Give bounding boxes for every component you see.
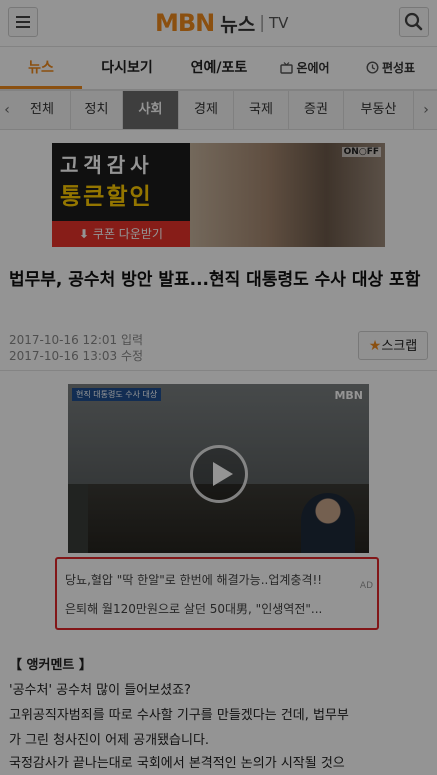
video-mbn-logo: MBN	[334, 389, 363, 402]
ad-badge: AD	[359, 581, 373, 591]
page: MBN 뉴스 | TV 뉴스 다시보기 연예/포토 온에어 편성표 ‹ 전체 정…	[0, 0, 437, 775]
logo-mbn: MBN	[155, 9, 215, 37]
scrap-label: 스크랩	[381, 339, 418, 354]
coupon-download-button[interactable]: ⬇ 쿠폰 다운받기	[52, 221, 190, 247]
chevron-left-icon: ‹	[4, 102, 10, 118]
coupon-label: 쿠폰 다운받기	[92, 227, 163, 241]
anchor-comment-label: 【 앵커멘트 】	[9, 658, 92, 673]
banner-ad-line2: 통큰할인	[60, 184, 153, 210]
category-real-estate[interactable]: 부동산	[344, 91, 414, 129]
category-all[interactable]: 전체	[14, 91, 71, 129]
article-edit-date: 2017-10-16 13:03 수정	[9, 349, 144, 363]
search-button[interactable]	[399, 7, 429, 37]
star-icon: ★	[368, 338, 382, 354]
banner-ad-image	[190, 143, 385, 247]
tv-icon	[280, 62, 294, 74]
banner-ad-line1: 고객감사	[60, 153, 154, 177]
article-body-line: 국정감사가 끝나는대로 국회에서 본격적인 논의가 시작될 것으	[9, 756, 345, 771]
play-icon[interactable]	[190, 445, 248, 503]
category-economy[interactable]: 경제	[179, 91, 234, 129]
main-nav: 뉴스 다시보기 연예/포토 온에어 편성표	[0, 47, 437, 91]
nav-news[interactable]: 뉴스	[0, 47, 82, 89]
article-body-line: 가 그린 청사진이 어제 공개됐습니다.	[9, 733, 210, 748]
banner-ad-text-panel: 고객감사 통큰할인 ⬇ 쿠폰 다운받기	[52, 143, 190, 247]
header: MBN 뉴스 | TV	[0, 0, 437, 47]
article-input-date: 2017-10-16 12:01 입력	[9, 333, 144, 347]
nav-onair-label: 온에어	[296, 61, 330, 75]
clock-icon	[366, 61, 379, 74]
divider	[0, 370, 437, 371]
category-society[interactable]: 사회	[123, 91, 179, 129]
text-ad[interactable]: 당뇨,혈압 "딱 한알"로 한번에 해결가능..업계충격!! 은퇴해 월120만…	[55, 557, 379, 630]
download-icon: ⬇	[79, 227, 90, 241]
category-prev-button[interactable]: ‹	[0, 91, 14, 129]
text-ad-link-2[interactable]: 은퇴해 월120만원으로 살던 50대男, "인생역전"...	[65, 600, 322, 617]
menu-button[interactable]	[8, 7, 38, 37]
sign-language-interpreter	[301, 493, 355, 553]
logo-tv: TV	[268, 14, 289, 32]
logo-separator: |	[259, 13, 265, 33]
category-next-button[interactable]: ›	[419, 91, 433, 129]
category-nav: ‹ 전체 정치 사회 경제 국제 증권 부동산 ›	[0, 91, 437, 130]
nav-schedule-label: 편성표	[381, 61, 416, 75]
category-international[interactable]: 국제	[234, 91, 289, 129]
scrap-button[interactable]: ★스크랩	[358, 331, 428, 360]
search-icon	[404, 12, 423, 31]
nav-onair[interactable]: 온에어	[266, 47, 344, 89]
text-ad-link-1[interactable]: 당뇨,혈압 "딱 한알"로 한번에 해결가능..업계충격!!	[65, 571, 322, 588]
category-politics[interactable]: 정치	[71, 91, 123, 129]
article-body-line: '공수처' 공수처 많이 들어보셨죠?	[9, 683, 191, 698]
banner-ad[interactable]: 고객감사 통큰할인 ⬇ 쿠폰 다운받기 ON○FF	[52, 143, 385, 247]
nav-replay[interactable]: 다시보기	[82, 47, 172, 89]
category-stock[interactable]: 증권	[289, 91, 344, 129]
nav-entertainment-photo[interactable]: 연예/포토	[172, 47, 266, 89]
nav-schedule[interactable]: 편성표	[344, 47, 437, 89]
logo-news: 뉴스	[220, 13, 256, 36]
banner-ad-brand: ON○FF	[341, 147, 381, 157]
video-caption: 현직 대통령도 수사 대상	[72, 388, 162, 401]
article-body-line: 고위공직자범죄를 따로 수사할 기구를 만들겠다는 건데, 법무부	[9, 708, 349, 723]
article-title: 법무부, 공수처 방안 발표...현직 대통령도 수사 대상 포함	[9, 270, 421, 290]
article-video[interactable]: 현직 대통령도 수사 대상 MBN	[68, 384, 369, 553]
chevron-right-icon: ›	[423, 102, 429, 118]
mbn-news-tv-logo[interactable]: MBN 뉴스 | TV	[155, 9, 288, 37]
